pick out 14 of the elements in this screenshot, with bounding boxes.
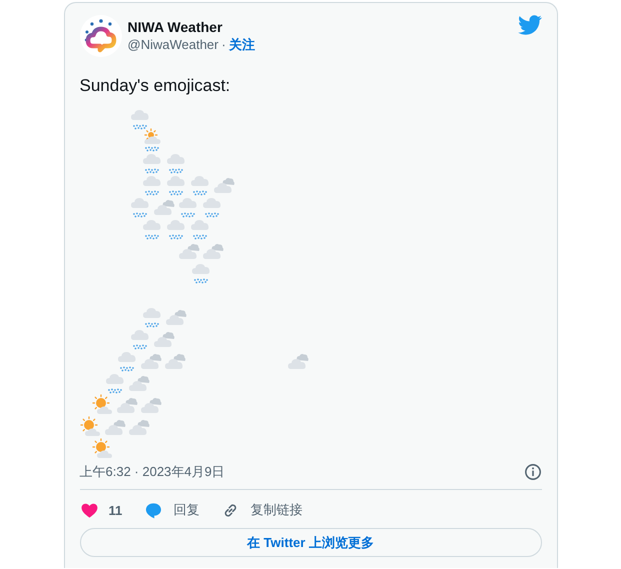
reply-button[interactable]: 回复 xyxy=(144,500,200,520)
timestamp-link[interactable]: 上午6:32 · 2023年4月9日 xyxy=(80,463,225,481)
author-handle[interactable]: @NiwaWeather xyxy=(128,36,218,54)
logo-avatar[interactable] xyxy=(80,15,122,57)
bird-logo-icon[interactable] xyxy=(518,13,542,37)
tweet-text: Sunday's emojicast: xyxy=(80,75,232,97)
view-more-button[interactable]: 在 Twitter 上浏览更多 xyxy=(80,528,542,557)
info-icon[interactable] xyxy=(524,463,542,481)
author-name[interactable]: NIWA Weather xyxy=(128,18,512,36)
copy-link-button[interactable]: 复制链接 xyxy=(221,500,302,520)
like-button[interactable]: 11 xyxy=(80,500,122,520)
separator: · xyxy=(222,36,226,54)
follow-link[interactable]: 关注 xyxy=(228,36,255,54)
speech-bubble-icon xyxy=(144,500,164,520)
